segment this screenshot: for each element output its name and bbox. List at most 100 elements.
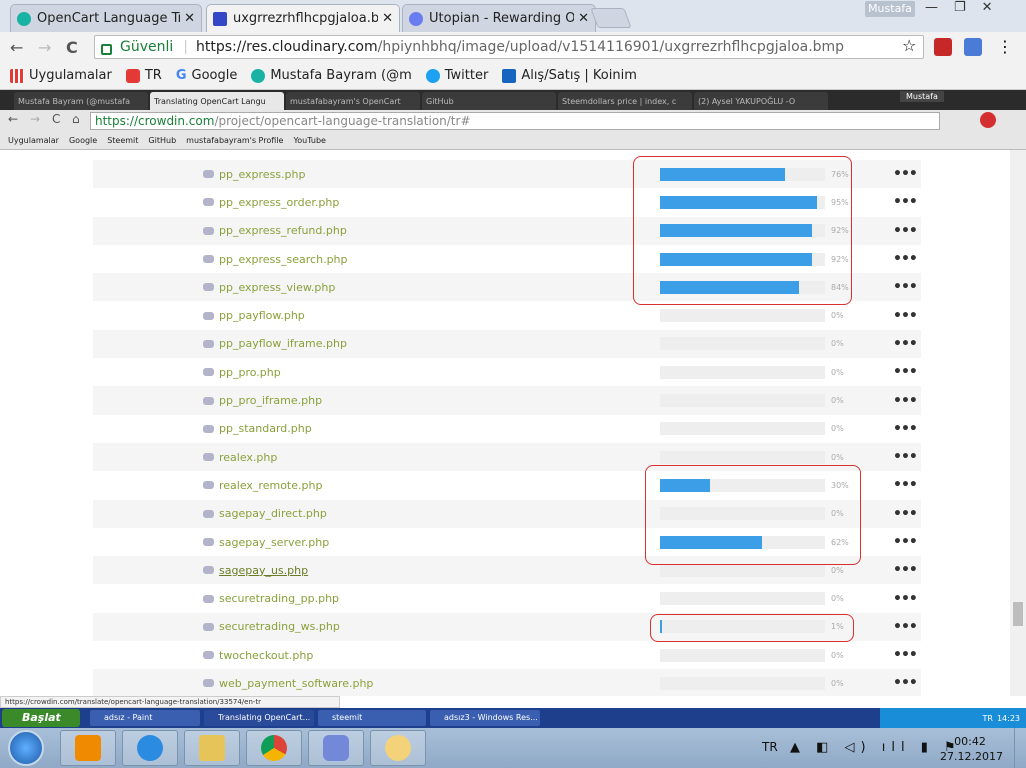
file-name-link[interactable]: pp_payflow.php (219, 309, 305, 322)
file-row[interactable]: securetrading_pp.php 0% ••• (93, 584, 921, 612)
file-name-link[interactable]: pp_pro.php (219, 366, 281, 379)
inner-tab[interactable]: Steemdollars price | index, c (558, 92, 692, 110)
yab-extension-icon[interactable] (980, 112, 996, 128)
inner-bookmark[interactable]: GitHub (148, 136, 176, 145)
more-options-icon[interactable]: ••• (893, 251, 918, 267)
profile-button[interactable]: Mustafa (865, 1, 915, 17)
minimize-icon[interactable]: — (925, 0, 938, 15)
extension-icon[interactable] (934, 38, 952, 56)
file-name-link[interactable]: pp_express_search.php (219, 253, 348, 266)
file-row[interactable]: twocheckout.php 0% ••• (93, 641, 921, 669)
address-bar[interactable]: Güvenli | https://res.cloudinary.com /hp… (94, 35, 924, 59)
inner-home-icon[interactable]: ⌂ (72, 112, 80, 126)
system-tray-icons[interactable]: ▲ ◧ ◁) ıll ▮ ⚑ (790, 740, 962, 755)
file-row[interactable]: pp_payflow_iframe.php 0% ••• (93, 329, 921, 359)
more-options-icon[interactable]: ••• (893, 477, 918, 493)
inner-bookmark[interactable]: YouTube (293, 136, 326, 145)
file-row[interactable]: pp_standard.php 0% ••• (93, 415, 921, 443)
back-icon[interactable]: ← (10, 38, 23, 57)
more-options-icon[interactable]: ••• (893, 562, 918, 578)
reload-icon[interactable]: C (66, 38, 78, 57)
bookmark-mustafa[interactable]: Mustafa Bayram (@m (251, 68, 412, 83)
more-options-icon[interactable]: ••• (893, 675, 918, 691)
page-scrollbar[interactable] (1010, 150, 1026, 696)
more-options-icon[interactable]: ••• (893, 534, 918, 550)
file-name-link[interactable]: pp_pro_iframe.php (219, 394, 322, 407)
inner-bookmark[interactable]: Uygulamalar (8, 136, 59, 145)
file-name-link[interactable]: twocheckout.php (219, 649, 313, 662)
more-options-icon[interactable]: ••• (893, 194, 918, 210)
file-row[interactable]: pp_pro.php 0% ••• (93, 358, 921, 386)
clock[interactable]: 00:42 27.12.2017 (940, 734, 1003, 764)
taskbar-discord[interactable] (308, 730, 364, 766)
scrollbar-thumb[interactable] (1013, 602, 1023, 626)
file-name-link[interactable]: sagepay_direct.php (219, 507, 327, 520)
close-icon[interactable]: ✕ (184, 11, 195, 26)
file-name-link[interactable]: sagepay_server.php (219, 536, 329, 549)
bookmark-twitter[interactable]: Twitter (425, 68, 488, 83)
inner-start-button[interactable]: Başlat (2, 709, 80, 727)
file-name-link[interactable]: pp_express_refund.php (219, 224, 347, 237)
inner-tab[interactable]: GitHub (422, 92, 556, 110)
new-tab-button[interactable] (590, 8, 632, 28)
inner-reload-icon[interactable]: C (52, 112, 60, 126)
more-options-icon[interactable]: ••• (893, 364, 918, 380)
inner-lang[interactable]: TR (982, 714, 992, 723)
file-name-link[interactable]: web_payment_software.php (219, 677, 373, 690)
bookmark-star-icon[interactable]: ☆ (902, 36, 916, 55)
translate-icon[interactable] (964, 38, 982, 56)
taskbar-media-player[interactable] (60, 730, 116, 766)
more-options-icon[interactable]: ••• (893, 449, 918, 465)
close-window-icon[interactable]: ✕ (982, 0, 993, 15)
bookmark-koinim[interactable]: Alış/Satış | Koinim (502, 68, 637, 83)
inner-back-icon[interactable]: ← (8, 112, 18, 126)
start-orb-icon[interactable] (8, 730, 44, 766)
file-name-link[interactable]: securetrading_pp.php (219, 592, 339, 605)
inner-bookmark[interactable]: mustafabayram's Profile (186, 136, 283, 145)
inner-tab[interactable]: Mustafa Bayram (@mustafa (14, 92, 148, 110)
outer-tab-image[interactable]: uxgrrezrhflhcpgjaloa.bm ✕ (206, 4, 400, 32)
file-name-link[interactable]: sagepay_us.php (219, 564, 308, 577)
inner-task-button[interactable]: adsız - Paint (90, 710, 200, 726)
inner-task-button[interactable]: steemit (318, 710, 426, 726)
more-options-icon[interactable]: ••• (893, 279, 918, 295)
maximize-icon[interactable]: ❐ (954, 0, 966, 15)
outer-tab-opencart[interactable]: OpenCart Language Tran ✕ (10, 4, 202, 32)
more-options-icon[interactable]: ••• (893, 421, 918, 437)
file-name-link[interactable]: pp_express_order.php (219, 196, 339, 209)
inner-bookmark[interactable]: Google (69, 136, 97, 145)
more-options-icon[interactable]: ••• (893, 223, 918, 239)
forward-icon[interactable]: → (38, 38, 51, 57)
file-name-link[interactable]: pp_express_view.php (219, 281, 335, 294)
inner-tab-active[interactable]: Translating OpenCart Langu (150, 92, 284, 110)
close-icon[interactable]: ✕ (382, 11, 393, 26)
inner-task-button[interactable]: Translating OpenCart... (204, 710, 314, 726)
inner-task-button[interactable]: adsız3 - Windows Res... (430, 710, 540, 726)
more-options-icon[interactable]: ••• (893, 591, 918, 607)
file-name-link[interactable]: pp_express.php (219, 168, 305, 181)
show-desktop-button[interactable] (1014, 728, 1026, 768)
file-row[interactable]: pp_payflow.php 0% ••• (93, 301, 921, 329)
file-row[interactable]: pp_pro_iframe.php 0% ••• (93, 386, 921, 415)
more-options-icon[interactable]: ••• (893, 166, 918, 182)
outer-tab-utopian[interactable]: Utopian - Rewarding Op ✕ (402, 4, 596, 32)
taskbar-chrome[interactable] (246, 730, 302, 766)
more-options-icon[interactable]: ••• (893, 336, 918, 352)
file-row[interactable]: web_payment_software.php 0% ••• (93, 669, 921, 696)
more-options-icon[interactable]: ••• (893, 619, 918, 635)
more-options-icon[interactable]: ••• (893, 506, 918, 522)
file-name-link[interactable]: pp_payflow_iframe.php (219, 337, 347, 350)
file-name-link[interactable]: realex_remote.php (219, 479, 322, 492)
more-options-icon[interactable]: ••• (893, 393, 918, 409)
more-options-icon[interactable]: ••• (893, 308, 918, 324)
bookmark-apps[interactable]: Uygulamalar (10, 68, 112, 83)
more-options-icon[interactable]: ••• (893, 647, 918, 663)
inner-tab[interactable]: (2) Aysel YAKUPOĞLU -O (694, 92, 828, 110)
inner-profile-button[interactable]: Mustafa (900, 91, 944, 102)
language-indicator[interactable]: TR (762, 740, 778, 754)
file-name-link[interactable]: securetrading_ws.php (219, 620, 340, 633)
taskbar-paint[interactable] (370, 730, 426, 766)
close-icon[interactable]: ✕ (578, 11, 589, 26)
inner-address-bar[interactable]: https://crowdin.com /project/opencart-la… (90, 112, 940, 130)
inner-forward-icon[interactable]: → (30, 112, 40, 126)
